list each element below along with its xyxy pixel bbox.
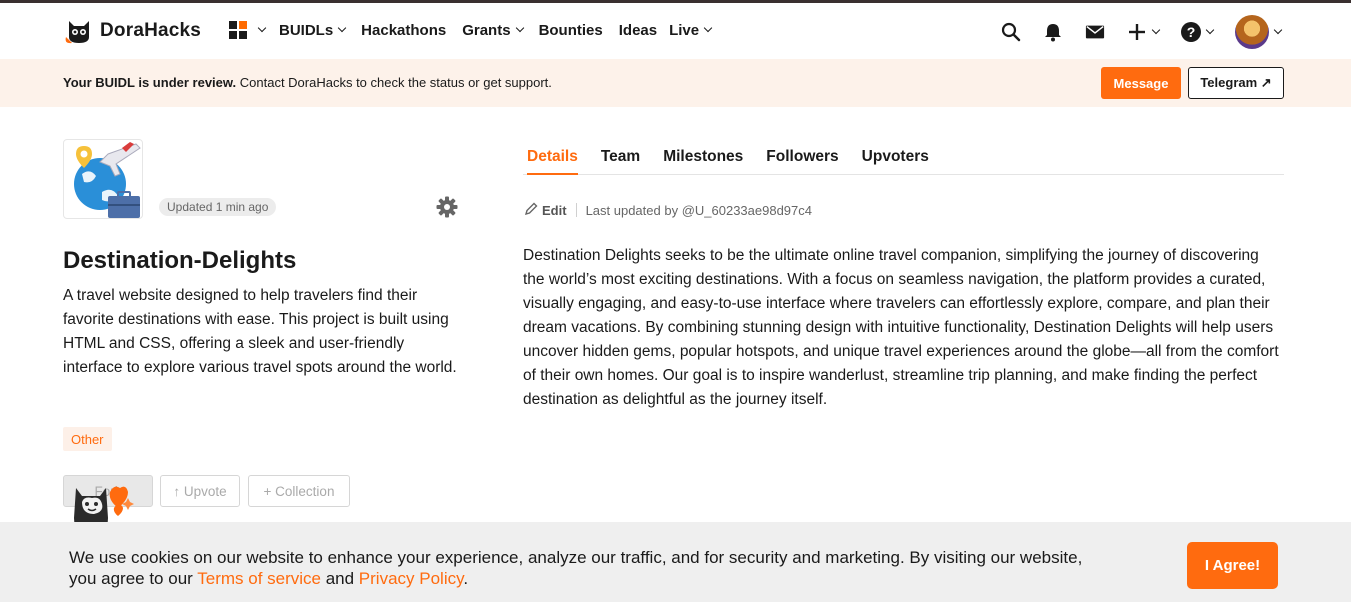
main-nav: BUIDLs Hackathons Grants Bounties Ideas …	[229, 21, 727, 39]
category-tag[interactable]: Other	[63, 427, 112, 451]
tab-followers[interactable]: Followers	[766, 140, 838, 175]
user-menu[interactable]	[1235, 15, 1283, 49]
chevron-down-icon	[1273, 25, 1283, 35]
chevron-down-icon	[1205, 25, 1215, 35]
review-banner: Your BUIDL is under review. Contact Dora…	[0, 59, 1351, 107]
top-navbar: DoraHacks BUIDLs Hackathons Grants Bount…	[0, 3, 1351, 59]
gear-icon[interactable]	[436, 196, 458, 218]
project-description: A travel website designed to help travel…	[63, 287, 457, 376]
edit-button[interactable]: Edit	[524, 202, 567, 218]
avatar	[1235, 15, 1269, 49]
chevron-down-icon	[1151, 25, 1161, 35]
chevron-down-icon	[337, 23, 347, 33]
tab-team[interactable]: Team	[601, 140, 640, 175]
agree-button[interactable]: I Agree!	[1187, 542, 1278, 589]
nav-bounties[interactable]: Bounties	[539, 22, 603, 39]
cookie-banner: We use cookies on our website to enhance…	[0, 522, 1351, 602]
help-menu[interactable]: ?	[1181, 22, 1215, 42]
nav-hackathons[interactable]: Hackathons	[361, 22, 446, 39]
tab-milestones[interactable]: Milestones	[663, 140, 743, 175]
project-title: Destination-Delights	[63, 247, 297, 274]
dorahacks-logo-icon	[64, 17, 94, 45]
mail-icon[interactable]	[1085, 22, 1105, 42]
updated-badge: Updated 1 min ago	[159, 198, 277, 216]
nav-grants[interactable]: Grants	[462, 22, 524, 39]
upvote-button[interactable]: ↑ Upvote	[160, 475, 240, 507]
svg-text:?: ?	[1187, 24, 1196, 40]
dorahacks-logo[interactable]: DoraHacks	[64, 17, 201, 45]
chevron-down-icon	[515, 23, 524, 33]
search-icon[interactable]	[1001, 22, 1021, 42]
project-details-body: Destination Delights seeks to be the ult…	[523, 247, 1279, 408]
nav-live[interactable]: Live	[669, 22, 713, 39]
chevron-down-icon	[703, 23, 713, 33]
plus-icon	[1127, 22, 1147, 42]
brand-name: DoraHacks	[100, 20, 202, 41]
chevron-down-icon	[257, 23, 267, 33]
apps-grid-icon	[229, 21, 247, 39]
telegram-button[interactable]: Telegram ↗	[1188, 67, 1284, 99]
tab-upvoters[interactable]: Upvoters	[862, 140, 929, 175]
create-menu[interactable]	[1127, 22, 1161, 42]
review-banner-text: Your BUIDL is under review. Contact Dora…	[63, 75, 552, 90]
apps-menu[interactable]	[229, 21, 267, 39]
edit-bar: Edit Last updated by @U_60233ae98d97c4	[524, 202, 812, 218]
pencil-icon	[524, 202, 538, 218]
privacy-link[interactable]: Privacy Policy	[359, 569, 464, 588]
tab-details[interactable]: Details	[527, 140, 578, 175]
project-tabs: Details Team Milestones Followers Upvote…	[523, 140, 1284, 175]
divider	[575, 203, 577, 217]
header-actions: ?	[1001, 15, 1283, 49]
message-button[interactable]: Message	[1101, 67, 1181, 99]
last-updated-text: Last updated by @U_60233ae98d97c4	[585, 202, 812, 218]
nav-buidls[interactable]: BUIDLs	[279, 22, 347, 39]
bell-icon[interactable]	[1043, 22, 1063, 42]
help-icon: ?	[1181, 22, 1201, 42]
project-logo	[63, 139, 143, 219]
nav-ideas[interactable]: Ideas	[619, 22, 657, 39]
collection-button[interactable]: + Collection	[248, 475, 350, 507]
terms-link[interactable]: Terms of service	[197, 569, 321, 588]
cookie-text: We use cookies on our website to enhance…	[69, 548, 1083, 588]
